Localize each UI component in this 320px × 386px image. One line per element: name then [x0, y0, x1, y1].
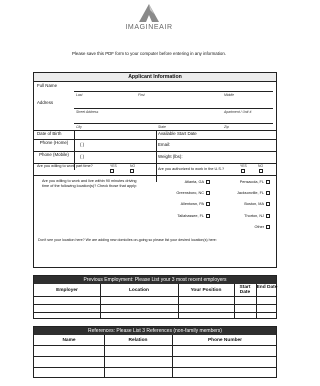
part-time-yes-checkbox[interactable]	[110, 169, 114, 173]
location-pensacola: Pensacola, FL	[239, 180, 264, 184]
grid-line	[104, 335, 105, 378]
grid-line	[256, 284, 257, 319]
address-label: Address	[37, 100, 54, 105]
part-time-no-checkbox[interactable]	[130, 169, 134, 173]
authorized-question: Are you authorized to work in the U.S.?	[158, 167, 225, 171]
employment-table: Previous Employment: Please List your 3 …	[33, 275, 277, 319]
part-time-no-label: NO	[130, 164, 136, 168]
middle-sublabel: Middle	[224, 93, 234, 97]
logo: IMAGINEAIR	[0, 2, 298, 38]
location-tallahassee-checkbox[interactable]	[206, 214, 210, 218]
location-thorton: Thorton, NJ	[244, 214, 264, 218]
phone-mobile-field[interactable]: ( )	[80, 154, 84, 159]
first-sublabel: First	[138, 93, 145, 97]
phone-mobile-label: Phone (Mobile)	[39, 152, 69, 157]
logo-mark-icon	[139, 4, 159, 22]
employment-col-start-date: Start Date	[239, 285, 251, 295]
location-other-checkbox[interactable]	[266, 225, 270, 229]
grid-line	[34, 296, 276, 297]
reference-row-2[interactable]	[34, 367, 276, 368]
employment-col-position: Your Position	[190, 288, 222, 293]
employment-col-end-date: End Date	[256, 285, 278, 290]
authorized-no-label: NO	[258, 164, 264, 168]
start-date-label: Available Start Date	[158, 131, 197, 136]
location-greensboro: Greensboro, NC	[176, 191, 204, 195]
location-atlanta-checkbox[interactable]	[206, 180, 210, 184]
authorized-yes-label: YES	[240, 164, 247, 168]
location-boston: Boston, MA	[244, 202, 264, 206]
employment-col-employer: Employer	[56, 288, 78, 293]
part-time-yes-label: YES	[110, 164, 117, 168]
location-allentown-checkbox[interactable]	[206, 202, 210, 206]
grid-line	[172, 335, 173, 378]
employment-col-location: Location	[129, 288, 149, 293]
grid-line	[100, 284, 101, 319]
location-greensboro-checkbox[interactable]	[206, 191, 210, 195]
full-name-label: Full Name	[37, 83, 58, 88]
authorized-yes-checkbox[interactable]	[241, 169, 245, 173]
last-sublabel: Last	[76, 93, 83, 97]
grid-line	[34, 345, 276, 346]
grid-line	[34, 130, 276, 131]
location-boston-checkbox[interactable]	[266, 202, 270, 206]
phone-home-field[interactable]: ( )	[80, 142, 84, 147]
location-atlanta: Atlanta, GA	[184, 180, 204, 184]
grid-line	[178, 284, 179, 319]
street-sublabel: Street Address	[76, 110, 99, 114]
location-jacksonville: Jacksonville, FL	[236, 191, 264, 195]
notice-text: Please save this PDF form to your comput…	[72, 51, 226, 56]
references-table: References: Please List 3 References (no…	[33, 326, 277, 378]
authorized-no-checkbox[interactable]	[259, 169, 263, 173]
location-jacksonville-checkbox[interactable]	[266, 191, 270, 195]
employment-row-1[interactable]	[34, 304, 276, 305]
references-col-phone: Phone Number	[207, 338, 243, 343]
location-pensacola-checkbox[interactable]	[266, 180, 270, 184]
grid-line	[234, 284, 235, 319]
street-field[interactable]	[74, 108, 273, 109]
applicant-form: Applicant Information Full Name Last Fir…	[33, 72, 277, 268]
employment-row-2[interactable]	[34, 312, 276, 313]
brand-name: IMAGINEAIR	[125, 24, 173, 31]
apartment-sublabel: Apartment / Unit #	[224, 110, 252, 114]
section-title-applicant: Applicant Information	[34, 73, 276, 82]
location-footer-note: Don't see your location here? We are add…	[38, 238, 217, 242]
reference-row-1[interactable]	[34, 356, 276, 357]
relocate-question: Are you willing to work and live within …	[42, 179, 137, 188]
part-time-question: Are you willing to work part time?	[37, 164, 93, 168]
weight-label: Weight (lbs):	[158, 154, 183, 159]
section-title-employment: Previous Employment: Please List your 3 …	[34, 276, 276, 284]
phone-home-label: Phone (Home)	[39, 140, 69, 145]
location-other: Other	[254, 225, 265, 229]
references-col-name: Name	[62, 338, 76, 343]
location-allentown: Allentown, PA	[180, 202, 204, 206]
grid-line	[34, 175, 276, 176]
dob-label: Date of Birth	[37, 131, 62, 136]
location-tallahassee: Tallahassee, FL	[177, 214, 204, 218]
location-thorton-checkbox[interactable]	[266, 214, 270, 218]
references-col-relation: Relation	[128, 338, 148, 343]
section-title-references: References: Please List 3 References (no…	[34, 327, 276, 335]
state-sublabel: State	[158, 125, 166, 129]
city-field[interactable]	[74, 123, 273, 124]
email-label: Email:	[158, 142, 171, 147]
city-sublabel: City	[76, 125, 82, 129]
full-name-field[interactable]	[74, 91, 273, 92]
zip-sublabel: Zip	[224, 125, 229, 129]
